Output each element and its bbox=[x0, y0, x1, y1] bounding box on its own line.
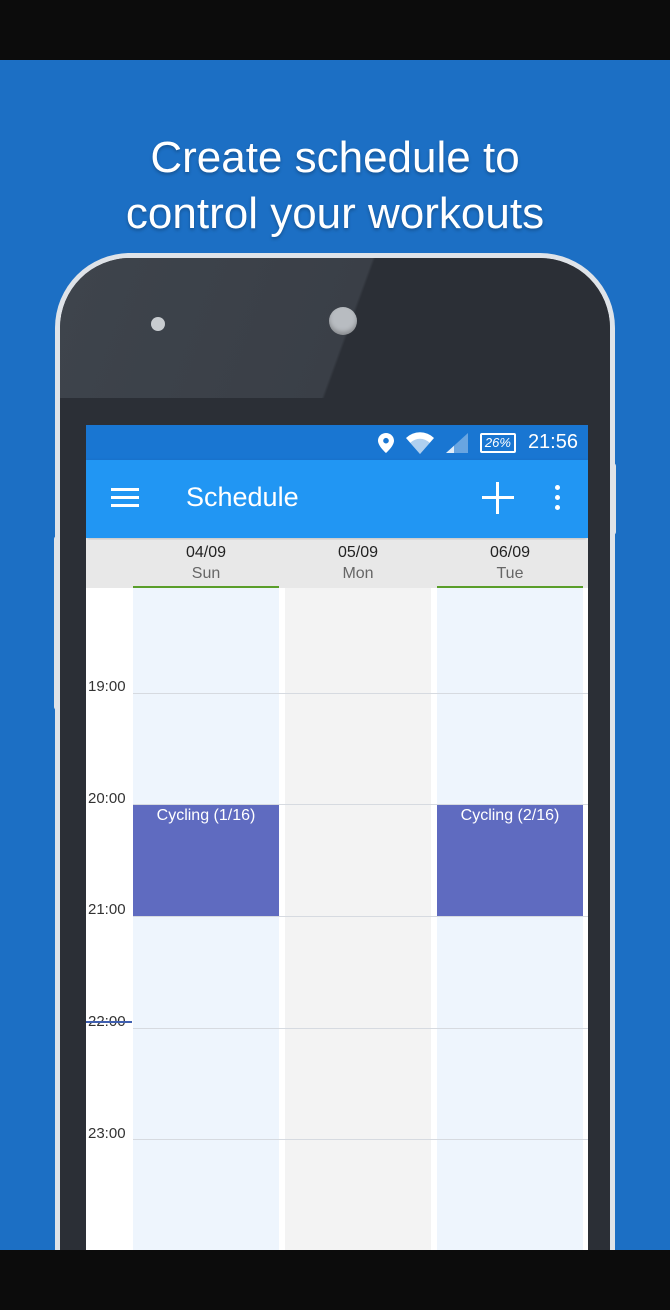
time-label: 20:00 bbox=[88, 790, 126, 807]
time-label: 19:00 bbox=[88, 678, 126, 695]
headline-line-1: Create schedule to bbox=[150, 133, 520, 182]
day-column-tue[interactable] bbox=[437, 588, 583, 1250]
day-weekday: Sun bbox=[191, 565, 221, 582]
status-bar: 26% 21:56 bbox=[86, 425, 588, 460]
promo-headline: Create schedule to control your workouts bbox=[0, 130, 670, 242]
hour-gridline bbox=[133, 916, 588, 917]
day-weekday: Mon bbox=[342, 565, 374, 582]
phone-sensor bbox=[151, 317, 165, 331]
hour-gridline bbox=[133, 1028, 588, 1029]
day-header-row: 04/09 Sun 05/09 Mon 06/09 Tue bbox=[86, 540, 588, 589]
hour-gridline bbox=[133, 693, 588, 694]
day-weekday: Tue bbox=[496, 565, 524, 582]
signal-icon bbox=[445, 432, 468, 453]
phone-camera bbox=[329, 307, 357, 335]
day-column-mon[interactable] bbox=[285, 588, 431, 1250]
phone-screen: 26% 21:56 Schedule 04/09 Sun 05/09 Mon 0… bbox=[86, 425, 588, 1250]
menu-icon[interactable] bbox=[111, 488, 139, 510]
event-block[interactable]: Cycling (1/16) bbox=[133, 805, 279, 916]
time-label: 21:00 bbox=[88, 901, 126, 918]
more-vert-icon[interactable] bbox=[551, 485, 563, 513]
time-label: 23:00 bbox=[88, 1125, 126, 1142]
day-header-sun[interactable]: 04/09 Sun bbox=[133, 540, 279, 589]
status-clock: 21:56 bbox=[527, 431, 578, 453]
headline-line-2: control your workouts bbox=[125, 189, 545, 238]
event-block[interactable]: Cycling (2/16) bbox=[437, 805, 583, 916]
schedule-grid[interactable]: 19:00 20:00 21:00 22:00 23:00 Cycling (1… bbox=[86, 588, 588, 1250]
location-icon bbox=[377, 432, 394, 453]
day-header-tue[interactable]: 06/09 Tue bbox=[437, 540, 583, 589]
day-date: 06/09 bbox=[489, 544, 531, 561]
hour-gridline bbox=[133, 1139, 588, 1140]
day-date: 04/09 bbox=[185, 544, 227, 561]
bottom-black-bar bbox=[0, 1250, 670, 1310]
add-icon[interactable] bbox=[480, 480, 516, 516]
wifi-icon bbox=[405, 431, 434, 454]
app-bar: Schedule bbox=[86, 460, 588, 538]
battery-icon: 26% bbox=[479, 432, 516, 453]
app-title: Schedule bbox=[186, 482, 299, 512]
current-time-indicator bbox=[86, 1021, 132, 1023]
day-header-mon[interactable]: 05/09 Mon bbox=[285, 540, 431, 588]
day-date: 05/09 bbox=[337, 544, 379, 561]
day-column-sun[interactable] bbox=[133, 588, 279, 1250]
